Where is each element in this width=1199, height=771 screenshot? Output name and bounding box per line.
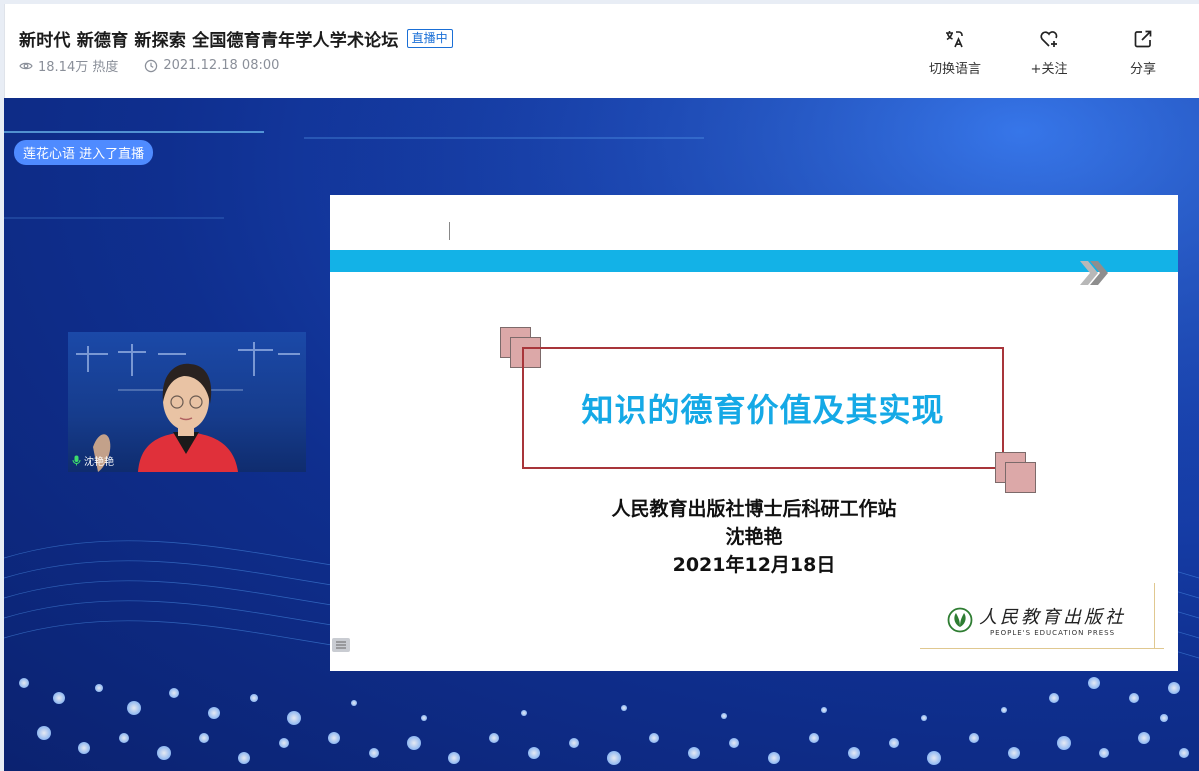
publisher-name-en: PEOPLE'S EDUCATION PRESS xyxy=(989,629,1116,637)
presenter-figure xyxy=(76,342,300,472)
slide-date: 2021年12月18日 xyxy=(672,554,836,576)
clock-icon xyxy=(145,59,158,72)
presentation-slide: 知识的德育价值及其实现 人民教育出版社博士后科研工作站 沈艳艳 2021年12月… xyxy=(330,195,1178,671)
publisher-logo: 人民教育出版社 PEOPLE'S EDUCATION PRESS xyxy=(947,603,1126,637)
slide-title-frame: 知识的德育价值及其实现 xyxy=(522,347,1004,469)
presenter-video[interactable]: 沈艳艳 xyxy=(68,332,306,472)
list-icon xyxy=(336,641,346,649)
start-time: 2021.12.18 08:00 xyxy=(144,58,279,73)
slide-header-band xyxy=(330,250,1178,272)
share-icon xyxy=(1132,28,1154,50)
presenter-name-tag: 沈艳艳 xyxy=(72,453,114,468)
slide-deco-square-bottom-front xyxy=(1005,462,1036,493)
stream-header: 新时代 新德育 新探索 全国德育青年学人学术论坛 直播中 18.14万 热度 2… xyxy=(4,4,1199,98)
live-video-stage[interactable]: 莲花心语 进入了直播 沈艳艳 知识的德育价值及其实现 人民教育出版社博士后科研工… xyxy=(4,98,1199,771)
stream-title: 新时代 新德育 新探索 全国德育青年学人学术论坛 xyxy=(19,31,399,51)
follow-label: +关注 xyxy=(1030,62,1068,77)
slide-menu-button[interactable] xyxy=(332,638,350,652)
live-stream-page: 新时代 新德育 新探索 全国德育青年学人学术论坛 直播中 18.14万 热度 2… xyxy=(0,0,1199,771)
switch-language-button[interactable]: 切换语言 xyxy=(923,28,987,77)
view-count: 18.14万 热度 xyxy=(19,56,118,75)
presenter-name: 沈艳艳 xyxy=(84,457,114,468)
share-button[interactable]: 分享 xyxy=(1111,28,1175,77)
heart-plus-icon xyxy=(1038,28,1060,50)
join-notification: 莲花心语 进入了直播 xyxy=(14,140,154,165)
slide-institution: 人民教育出版社博士后科研工作站 xyxy=(611,498,897,520)
slide-cursor-line xyxy=(449,222,450,240)
title-row: 新时代 新德育 新探索 全国德育青年学人学术论坛 直播中 xyxy=(19,26,453,51)
slide-subtitle-block: 人民教育出版社博士后科研工作站 沈艳艳 2021年12月18日 xyxy=(330,495,1178,579)
start-time-text: 2021.12.18 08:00 xyxy=(163,58,280,73)
follow-button[interactable]: +关注 xyxy=(1017,28,1081,77)
share-label: 分享 xyxy=(1129,62,1156,77)
header-actions: 切换语言 +关注 分享 xyxy=(923,28,1175,77)
slide-author: 沈艳艳 xyxy=(725,526,783,548)
meta-row: 18.14万 热度 2021.12.18 08:00 xyxy=(19,56,279,75)
mic-icon xyxy=(72,455,81,466)
translate-icon xyxy=(944,28,966,50)
live-badge: 直播中 xyxy=(406,29,453,48)
slide-corner-rule-vertical xyxy=(1154,583,1155,649)
publisher-text: 人民教育出版社 PEOPLE'S EDUCATION PRESS xyxy=(979,603,1126,637)
eye-icon xyxy=(19,62,33,69)
leaf-logo-icon xyxy=(947,607,973,633)
switch-language-label: 切换语言 xyxy=(928,62,981,77)
slide-title: 知识的德育价值及其实现 xyxy=(581,391,945,429)
double-chevron-icon xyxy=(1080,261,1108,285)
publisher-name-cn: 人民教育出版社 xyxy=(979,607,1126,628)
view-count-text: 18.14万 热度 xyxy=(38,60,119,75)
slide-corner-rule-horizontal xyxy=(920,648,1164,649)
